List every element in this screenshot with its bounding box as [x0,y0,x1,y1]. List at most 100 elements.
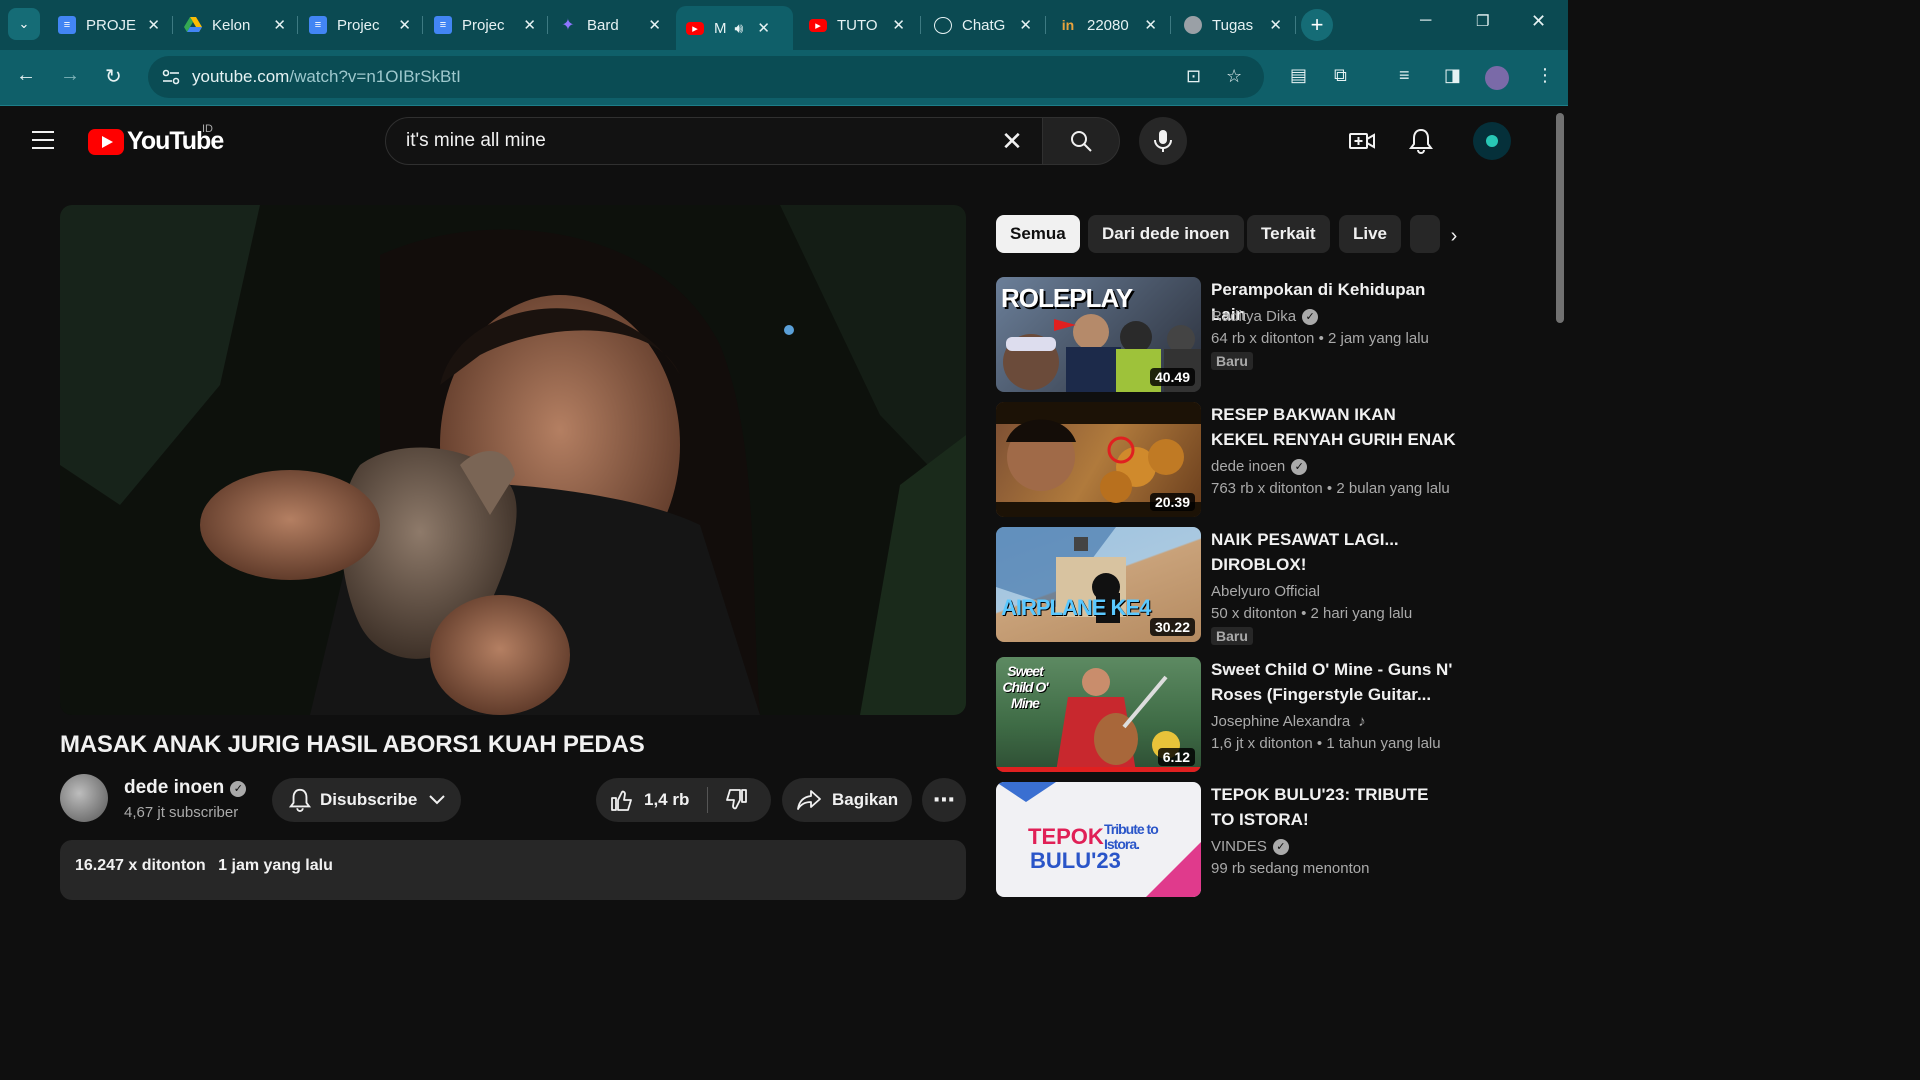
search-query[interactable]: it's mine all mine [406,130,992,152]
tab-divider [172,16,173,34]
svg-text:TEPOK: TEPOK [1028,824,1104,849]
more-menu-icon[interactable]: ⋮ [1536,65,1554,86]
browser-tab-strip: ⌄ ≡ PROJE ✕ Kelon ✕ ≡ Projec ✕ ≡ Projec … [0,0,1568,50]
browser-tab[interactable]: Tugas ✕ [1174,6,1292,44]
bell-icon [288,788,312,812]
close-tab-icon[interactable]: ✕ [523,16,536,34]
verified-icon: ✓ [1291,459,1308,475]
recommended-video[interactable]: AIRPLANE KE4 30.22 NAIK PESAWAT LAGI... … [996,527,1456,645]
recommended-video[interactable]: Sweet Child O' Mine 6.12 Sweet Child O' … [996,657,1456,773]
bookmark-star-icon[interactable]: ☆ [1226,66,1242,87]
share-icon [797,790,821,810]
close-window-icon[interactable]: ✕ [1531,11,1546,32]
video-player[interactable] [60,205,966,715]
recommended-channel[interactable]: Josephine Alexandra ♪ [1211,713,1366,730]
speaker-icon[interactable]: 🔊︎ [735,20,744,37]
recommended-channel[interactable]: Abelyuro Official [1211,583,1320,600]
video-thumbnail[interactable]: TEPOK BULU'23 Tribute to Istora. [996,782,1201,897]
recommended-channel[interactable]: Raditya Dika ✓ [1211,308,1319,325]
recommended-title[interactable]: RESEP BAKWAN IKAN KEKEL RENYAH GURIH ENA… [1211,402,1456,452]
chip-partial[interactable] [1410,215,1440,253]
menu-icon[interactable] [32,131,56,149]
browser-tab[interactable]: ≡ Projec ✕ [299,6,421,44]
youtube-icon: ▸ [809,18,827,32]
chip-live[interactable]: Live [1339,215,1402,253]
chevron-right-icon[interactable]: › [1440,222,1468,250]
browser-tab[interactable]: in 22080 ✕ [1049,6,1167,44]
share-button[interactable]: Bagikan [782,778,912,822]
create-video-icon[interactable] [1349,128,1375,154]
clear-search-icon[interactable]: ✕ [992,126,1032,157]
close-tab-icon[interactable]: ✕ [147,16,160,34]
side-panel-icon[interactable]: ◨ [1444,65,1461,86]
media-controls-icon[interactable]: ≡ [1399,65,1410,86]
close-tab-icon[interactable]: ✕ [648,16,661,34]
channel-name[interactable]: dede inoen ✓ [124,777,247,799]
video-thumbnail[interactable]: AIRPLANE KE4 30.22 [996,527,1201,642]
country-code: ID [202,123,213,135]
close-tab-icon[interactable]: ✕ [757,19,770,37]
scrollbar-thumb[interactable] [1556,113,1564,323]
recommended-title[interactable]: NAIK PESAWAT LAGI... DIROBLOX! [1211,527,1456,577]
chip-related[interactable]: Terkait [1247,215,1330,253]
close-tab-icon[interactable]: ✕ [273,16,286,34]
recommended-video[interactable]: 20.39 RESEP BAKWAN IKAN KEKEL RENYAH GUR… [996,402,1456,518]
recommended-title[interactable]: TEPOK BULU'23: TRIBUTE TO ISTORA! MEMPER… [1211,782,1456,832]
new-badge: Baru [1211,352,1253,370]
recommended-channel[interactable]: VINDES ✓ [1211,838,1289,855]
site-info-icon[interactable] [160,66,182,88]
forward-icon[interactable]: → [60,64,80,87]
channel-avatar[interactable] [60,774,108,822]
browser-tab[interactable]: ChatG ✕ [924,6,1042,44]
close-tab-icon[interactable]: ✕ [892,16,905,34]
close-tab-icon[interactable]: ✕ [1144,16,1157,34]
notifications-bell-icon[interactable] [1408,128,1434,154]
close-tab-icon[interactable]: ✕ [1019,16,1032,34]
chip-from-channel[interactable]: Dari dede inoen [1088,215,1244,253]
url-text[interactable]: youtube.com/watch?v=n1OIBrSkBtI [192,67,461,87]
reload-icon[interactable]: ↻ [105,64,122,89]
like-dislike-group: 1,4 rb [596,778,771,822]
chip-all[interactable]: Semua [996,215,1080,253]
video-thumbnail[interactable]: ROLEPLAY 40.49 [996,277,1201,392]
video-thumbnail[interactable]: Sweet Child O' Mine 6.12 [996,657,1201,772]
subscribed-button[interactable]: Disubscribe [272,778,461,822]
search-button[interactable] [1042,117,1120,165]
video-thumbnail[interactable]: 20.39 [996,402,1201,517]
video-duration: 30.22 [1149,618,1195,636]
thumbs-down-icon [726,789,748,810]
new-tab-button[interactable]: + [1301,9,1333,41]
close-tab-icon[interactable]: ✕ [1269,16,1282,34]
profile-avatar-icon[interactable] [1485,66,1509,90]
tab-search-chevron-icon[interactable]: ⌄ [8,8,40,40]
recommended-video[interactable]: ROLEPLAY 40.49 Perampokan di Kehidupan L… [996,277,1456,393]
reading-list-icon[interactable]: ▤ [1290,65,1307,86]
page-scrollbar[interactable] [1552,107,1568,882]
close-tab-icon[interactable]: ✕ [398,16,411,34]
back-icon[interactable]: ← [16,64,36,87]
chatgpt-icon [934,16,952,34]
browser-tab[interactable]: ≡ PROJE ✕ [48,6,170,44]
minimize-icon[interactable]: ─ [1420,12,1431,30]
browser-tab-active[interactable]: ▸ M 🔊︎ ✕ [676,6,793,50]
extensions-icon[interactable]: ⧉ [1334,65,1347,86]
restore-window-icon[interactable]: ❐ [1476,12,1489,30]
voice-search-button[interactable] [1139,117,1187,165]
recommended-title[interactable]: Sweet Child O' Mine - Guns N' Roses (Fin… [1211,657,1456,707]
recommended-video[interactable]: TEPOK BULU'23 Tribute to Istora. TEPOK B… [996,782,1456,898]
address-bar[interactable]: youtube.com/watch?v=n1OIBrSkBtI ⊡ ☆ [148,56,1264,98]
browser-tab[interactable]: Kelon ✕ [174,6,296,44]
browser-tab[interactable]: ✦ Bard ✕ [549,6,671,44]
filter-chips: Semua Dari dede inoen Terkait Live [996,215,1476,253]
like-button[interactable]: 1,4 rb [610,788,689,812]
browser-tab[interactable]: ≡ Projec ✕ [424,6,546,44]
browser-tab[interactable]: ▸ TUTO ✕ [799,6,915,44]
search-input[interactable]: it's mine all mine ✕ [385,117,1043,165]
dislike-button[interactable] [724,788,748,812]
recommended-channel[interactable]: dede inoen ✓ [1211,458,1308,475]
account-avatar[interactable] [1473,122,1511,160]
description-box[interactable]: 16.247 x ditonton 1 jam yang lalu [60,840,966,900]
more-actions-button[interactable]: ⋯ [922,778,966,822]
install-app-icon[interactable]: ⊡ [1186,66,1201,87]
like-divider [707,787,709,813]
